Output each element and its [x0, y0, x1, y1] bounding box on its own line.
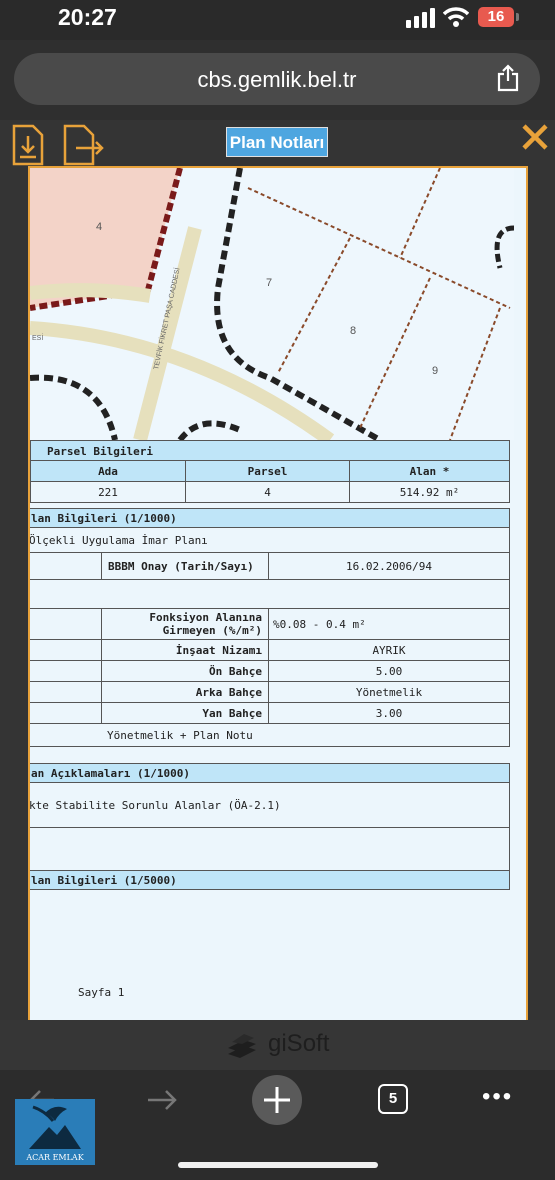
parsel-value-cell: 4 — [185, 481, 350, 503]
tabs-button[interactable]: 5 — [378, 1084, 408, 1114]
parsel-header-cell: Parsel — [185, 460, 350, 482]
map-label-7: 7 — [266, 277, 272, 289]
on-label: Ön Bahçe — [209, 665, 262, 678]
on-value-cell: 5.00 — [268, 660, 510, 682]
insaat-blank-cell — [30, 639, 102, 661]
map-label-4: 4 — [96, 221, 102, 233]
plan-note-cell: Yönetmelik + Plan Notu — [30, 723, 510, 747]
onay-value: 16.02.2006/94 — [345, 560, 433, 573]
insaat-value-cell: AYRIK — [268, 639, 510, 661]
fonksiyon-value-cell: %0.08 - 0.4 m² — [268, 608, 510, 640]
clock: 20:27 — [58, 4, 117, 30]
gisoft-logo-icon — [228, 1034, 256, 1058]
yan-value: 3.00 — [375, 707, 403, 720]
logo-text: ACAR EMLAK — [26, 1153, 84, 1162]
onay-label: BBBM Onay (Tarih/Sayı) — [108, 560, 254, 573]
url-text: cbs.gemlik.bel.tr — [197, 67, 357, 92]
aciklama-text: kte Stabilite Sorunlu Alanlar (ÖA-2.1) — [29, 799, 281, 812]
forward-icon[interactable] — [146, 1088, 178, 1112]
ada-value: 221 — [98, 486, 118, 499]
alan-value: 514.92 m² — [399, 486, 460, 499]
plan-name-cell: Ölçekli Uygulama İmar Planı — [29, 527, 510, 553]
viewer-title: Plan Notları — [226, 127, 328, 157]
plan-1000-heading: lan Bilgileri (1/1000) — [31, 512, 177, 525]
on-label-cell: Ön Bahçe — [101, 660, 269, 682]
onay-value-cell: 16.02.2006/94 — [268, 552, 510, 580]
page-label: Sayfa 1 — [78, 986, 125, 999]
browser-toolbar: cbs.gemlik.bel.tr — [0, 40, 555, 120]
aciklama-heading: an Açıklamaları (1/1000) — [31, 767, 190, 780]
browser-bottom-bar: 5 ••• ACAR EMLAK — [0, 1070, 555, 1180]
parsel-header: Parsel — [247, 465, 288, 478]
plan-1000-heading-cell: lan Bilgileri (1/1000) — [30, 508, 510, 528]
map-label-8: 8 — [350, 325, 356, 337]
share-icon[interactable] — [496, 64, 520, 92]
battery-indicator: 16 — [478, 7, 514, 27]
aciklama-text-cell: kte Stabilite Sorunlu Alanlar (ÖA-2.1) — [29, 782, 510, 828]
arka-blank-cell — [30, 681, 102, 703]
gisoft-text: giSoft — [268, 1030, 330, 1057]
parcel-heading-cell: Parsel Bilgileri — [30, 440, 510, 462]
arka-value: Yönetmelik — [355, 686, 423, 699]
plus-icon — [264, 1087, 290, 1113]
parcel-map: 4 7 8 9 TEVFİK FİKRET PAŞA CADDESİ ESİ — [30, 168, 514, 440]
blank-row-cell — [30, 579, 510, 609]
ada-header: Ada — [98, 465, 118, 478]
insaat-value: AYRIK — [372, 644, 406, 657]
gisoft-brand: giSoft — [224, 1030, 344, 1060]
alan-value-cell: 514.92 m² — [349, 481, 510, 503]
insaat-label-cell: İnşaat Nizamı — [101, 639, 269, 661]
onay-label-cell: BBBM Onay (Tarih/Sayı) — [101, 552, 269, 580]
yan-value-cell: 3.00 — [268, 702, 510, 724]
aciklama-blank-cell — [30, 827, 510, 871]
yan-label-cell: Yan Bahçe — [101, 702, 269, 724]
new-tab-button[interactable] — [252, 1075, 302, 1125]
plan-name: Ölçekli Uygulama İmar Planı — [29, 534, 208, 547]
map-label-9: 9 — [432, 365, 438, 377]
map-edge-label: ESİ — [32, 333, 43, 342]
ada-value-cell: 221 — [30, 481, 186, 503]
ada-header-cell: Ada — [30, 460, 186, 482]
alan-header-cell: Alan * — [349, 460, 510, 482]
acar-emlak-logo: ACAR EMLAK — [15, 1099, 95, 1165]
viewer-footer: giSoft — [0, 1020, 555, 1070]
wifi-icon — [443, 7, 469, 27]
onay-blank-cell — [30, 552, 102, 580]
plan-5000-heading-cell: lan Bilgileri (1/5000) — [30, 870, 510, 890]
signal-icon — [406, 8, 435, 28]
export-icon[interactable] — [62, 124, 106, 166]
plan-5000-heading: lan Bilgileri (1/5000) — [31, 874, 177, 887]
download-icon[interactable] — [11, 124, 45, 166]
arka-label: Arka Bahçe — [195, 686, 262, 699]
fonksiyon-value: %0.08 - 0.4 m² — [273, 618, 366, 631]
on-blank-cell — [30, 660, 102, 682]
alan-header: Alan * — [409, 465, 450, 478]
status-bar: 20:27 16 — [0, 0, 555, 40]
home-indicator — [178, 1162, 378, 1168]
yan-label: Yan Bahçe — [202, 707, 262, 720]
fonksiyon-label: Fonksiyon Alanına Girmeyen (%/m²) — [149, 611, 262, 637]
fonksiyon-label-cell: Fonksiyon Alanına Girmeyen (%/m²) — [101, 608, 269, 640]
insaat-label: İnşaat Nizamı — [175, 644, 262, 657]
plan-notes-document: 4 7 8 9 TEVFİK FİKRET PAŞA CADDESİ ESİ P… — [28, 166, 528, 1024]
pdf-viewer: Plan Notları 4 7 8 9 TEVFİK FİKRET PAŞA … — [0, 120, 555, 1070]
arka-label-cell: Arka Bahçe — [101, 681, 269, 703]
yan-blank-cell — [30, 702, 102, 724]
close-icon[interactable] — [520, 122, 550, 152]
fonksiyon-blank-cell — [30, 608, 102, 640]
battery-tip — [516, 13, 519, 21]
more-icon[interactable]: ••• — [482, 1085, 513, 1109]
arka-value-cell: Yönetmelik — [268, 681, 510, 703]
plan-note: Yönetmelik + Plan Notu — [107, 729, 253, 742]
on-value: 5.00 — [375, 665, 403, 678]
parsel-value: 4 — [264, 486, 271, 499]
aciklama-heading-cell: an Açıklamaları (1/1000) — [30, 763, 510, 783]
parcel-heading: Parsel Bilgileri — [47, 445, 153, 458]
address-bar[interactable]: cbs.gemlik.bel.tr — [14, 53, 540, 105]
